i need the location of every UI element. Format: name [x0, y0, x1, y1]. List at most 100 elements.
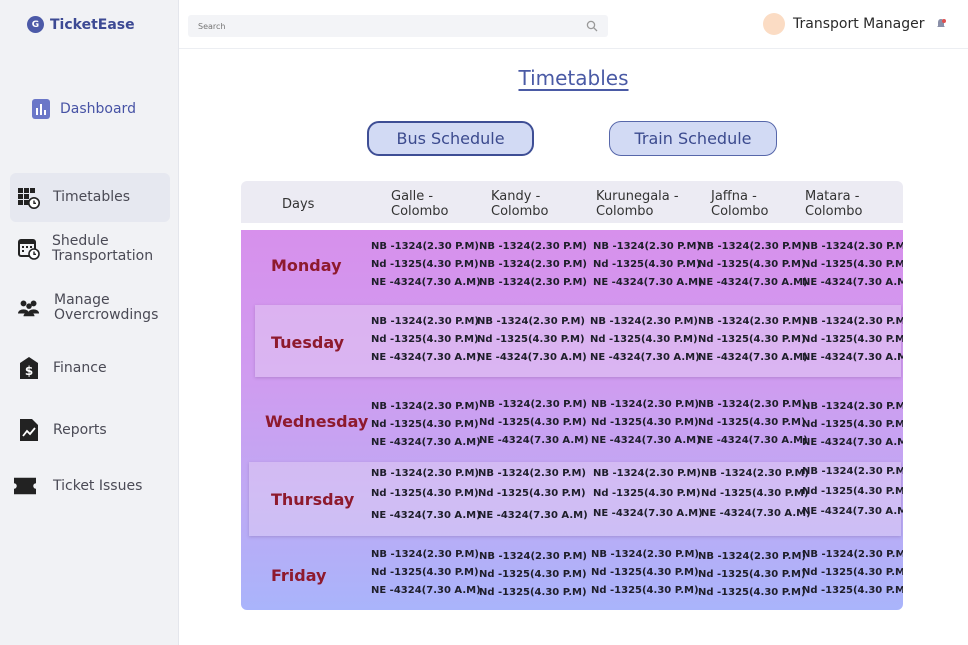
column-header-galle-colombo: Galle - Colombo	[391, 189, 448, 219]
schedule-entry: NB -1324(2.30 P.M)	[698, 399, 806, 410]
table-row-friday: Friday NB -1324(2.30 P.M) Nd -1325(4.30 …	[241, 546, 903, 610]
schedule-cell: NB -1324(2.30 P.M) Nd -1325(4.30 P.M) NE…	[593, 238, 703, 292]
schedule-entry: Nd -1325(4.30 P.M)	[591, 417, 699, 428]
schedule-entry: NE -4324(7.30 A.M)	[802, 352, 903, 363]
column-header-line: Colombo	[391, 204, 449, 219]
column-header-line: Jaffna -	[711, 189, 757, 204]
column-header-line: Colombo	[491, 204, 549, 219]
schedule-entry: NE -4324(7.30 A.M)	[593, 277, 703, 288]
schedule-entry: NB -1324(2.30 P.M)	[371, 316, 479, 327]
table-row-monday: Monday NB -1324(2.30 P.M) Nd -1325(4.30 …	[241, 230, 903, 302]
schedule-cell: NB -1324(2.30 P.M) Nd -1325(4.30 P.M) NE…	[802, 398, 903, 452]
page-title-text: Timetables	[518, 66, 629, 90]
schedule-cell: NB -1324(2.30 P.M) Nd -1325(4.30 P.M) NE…	[802, 238, 903, 292]
schedule-entry: Nd -1325(4.30 P.M)	[478, 488, 586, 499]
schedule-cell: NB -1324(2.30 P.M) Nd -1325(4.30 P.M) NE…	[698, 396, 808, 450]
schedule-entry: NB -1324(2.30 P.M)	[371, 401, 479, 412]
search-icon[interactable]	[586, 20, 598, 32]
schedule-entry: NB -1324(2.30 P.M)	[701, 468, 809, 479]
day-label: Tuesday	[271, 333, 345, 352]
schedule-entry: Nd -1325(4.30 P.M)	[593, 259, 701, 270]
schedule-cell: NB -1324(2.30 P.M) Nd -1325(4.30 P.M) NE…	[593, 465, 703, 523]
sidebar-item-dashboard[interactable]: Dashboard	[30, 97, 170, 121]
schedule-entry: Nd -1325(4.30 P.M)	[802, 259, 903, 270]
schedule-cell: NB -1324(2.30 P.M) NB -1324(2.30 P.M) NB…	[479, 238, 587, 292]
schedule-entry: NB -1324(2.30 P.M)	[371, 241, 479, 252]
table-row-tuesday: Tuesday NB -1324(2.30 P.M) Nd -1325(4.30…	[255, 305, 903, 377]
schedule-cell: NB -1324(2.30 P.M) Nd -1325(4.30 P.M) NE…	[479, 396, 589, 450]
schedule-entry: NB -1324(2.30 P.M)	[698, 551, 806, 562]
schedule-entry: NE -4324(7.30 A.M)	[698, 352, 808, 363]
schedule-cell: NB -1324(2.30 P.M) Nd -1325(4.30 P.M) NE…	[698, 313, 808, 367]
brand[interactable]: G TicketEase	[27, 16, 135, 33]
schedule-entry: NB -1324(2.30 P.M)	[477, 316, 585, 327]
schedule-entry: Nd -1325(4.30 P.M)	[593, 488, 701, 499]
schedule-entry: Nd -1325(4.30 P.M)	[371, 259, 479, 270]
schedule-entry: NE -4324(7.30 A.M)	[371, 352, 481, 363]
user-menu[interactable]: Transport Manager	[763, 13, 947, 35]
schedule-entry: NB -1324(2.30 P.M)	[593, 468, 701, 479]
schedule-entry: NB -1324(2.30 P.M)	[698, 241, 806, 252]
sidebar-item-label: Manage Overcrowdings	[54, 292, 159, 323]
schedule-entry: NE -4324(7.30 A.M)	[802, 506, 903, 517]
timetable: Days Galle - Colombo Kandy - Colombo Kur…	[241, 181, 903, 610]
schedule-entry: NE -4324(7.30 A.M)	[477, 352, 587, 363]
finance-icon: $	[18, 357, 40, 379]
tab-train-schedule[interactable]: Train Schedule	[609, 121, 777, 156]
sidebar-item-timetables[interactable]: Timetables	[10, 173, 170, 222]
schedule-entry: NE -4324(7.30 A.M)	[591, 435, 701, 446]
column-header-jaffna-colombo: Jaffna - Colombo	[711, 189, 768, 219]
sidebar-item-label: Shedule Transportation	[52, 233, 154, 264]
schedule-cell: NB -1324(2.30 P.M) Nd -1325(4.30 P.M) NE…	[371, 546, 481, 600]
schedule-entry: Nd -1325(4.30 P.M)	[371, 334, 479, 345]
column-header-kurunegala-colombo: Kurunegala - Colombo	[596, 189, 679, 219]
schedule-entry: NB -1324(2.30 P.M)	[479, 399, 587, 410]
schedule-entry: NE -4324(7.30 A.M)	[371, 437, 481, 448]
report-icon	[18, 419, 40, 441]
schedule-entry: Nd -1325(4.30 P.M)	[802, 567, 903, 578]
schedule-cell: NB -1324(2.30 P.M) Nd -1325(4.30 P.M) NE…	[802, 463, 903, 521]
search-input[interactable]	[198, 21, 586, 31]
schedule-entry: NE -4324(7.30 A.M)	[371, 277, 481, 288]
schedule-entry: NE -4324(7.30 A.M)	[478, 510, 588, 521]
sidebar-item-shedule-transportation[interactable]: Shedule Transportation	[10, 233, 170, 265]
schedule-entry: Nd -1325(4.30 P.M)	[371, 488, 479, 499]
schedule-entry: NB -1324(2.30 P.M)	[802, 316, 903, 327]
schedule-entry: Nd -1325(4.30 P.M)	[590, 334, 698, 345]
sidebar-item-reports[interactable]: Reports	[10, 418, 170, 442]
dashboard-icon	[30, 98, 52, 120]
schedule-cell: NB -1324(2.30 P.M) Nd -1325(4.30 P.M) NE…	[371, 313, 481, 367]
schedule-entry: Nd -1325(4.30 P.M)	[802, 585, 903, 596]
schedule-entry: NB -1324(2.30 P.M)	[593, 241, 701, 252]
sidebar-item-ticket-issues[interactable]: Ticket Issues	[10, 474, 170, 498]
column-header-days: Days	[282, 197, 315, 212]
sidebar-item-manage-overcrowdings[interactable]: Manage Overcrowdings	[10, 292, 170, 324]
column-header-matara-colombo: Matara - Colombo	[805, 189, 862, 219]
sidebar-item-label: Dashboard	[60, 100, 136, 117]
people-icon	[18, 297, 40, 319]
column-header-line: Colombo	[596, 204, 654, 219]
notification-icon[interactable]	[935, 18, 947, 30]
schedule-cell: NB -1324(2.30 P.M) Nd -1325(4.30 P.M) NE…	[478, 465, 588, 525]
sidebar-item-finance[interactable]: $ Finance	[10, 356, 170, 380]
day-label: Friday	[271, 566, 327, 585]
schedule-entry: Nd -1325(4.30 P.M)	[591, 585, 699, 596]
avatar[interactable]	[763, 13, 785, 35]
brand-name: TicketEase	[50, 16, 135, 33]
timetable-icon	[18, 187, 40, 209]
table-header: Days Galle - Colombo Kandy - Colombo Kur…	[241, 181, 903, 223]
schedule-entry: NE -4324(7.30 A.M)	[479, 435, 589, 446]
schedule-entry: NB -1324(2.30 P.M)	[479, 277, 587, 288]
search-bar[interactable]	[188, 15, 608, 37]
schedule-entry: NE -4324(7.30 A.M)	[371, 510, 481, 521]
tab-bus-schedule[interactable]: Bus Schedule	[367, 121, 534, 156]
schedule-entry: NB -1324(2.30 P.M)	[591, 549, 699, 560]
day-label: Monday	[271, 256, 342, 275]
table-row-thursday: Thursday NB -1324(2.30 P.M) Nd -1325(4.3…	[249, 462, 903, 536]
schedule-entry: Nd -1325(4.30 P.M)	[701, 488, 809, 499]
sidebar-item-label: Timetables	[53, 189, 131, 205]
schedule-entry: NE -4324(7.30 A.M)	[593, 508, 703, 519]
schedule-entry: NB -1324(2.30 P.M)	[802, 241, 903, 252]
column-header-line: Matara -	[805, 189, 860, 204]
schedule-cell: NB -1324(2.30 P.M) Nd -1325(4.30 P.M) NE…	[371, 238, 481, 292]
